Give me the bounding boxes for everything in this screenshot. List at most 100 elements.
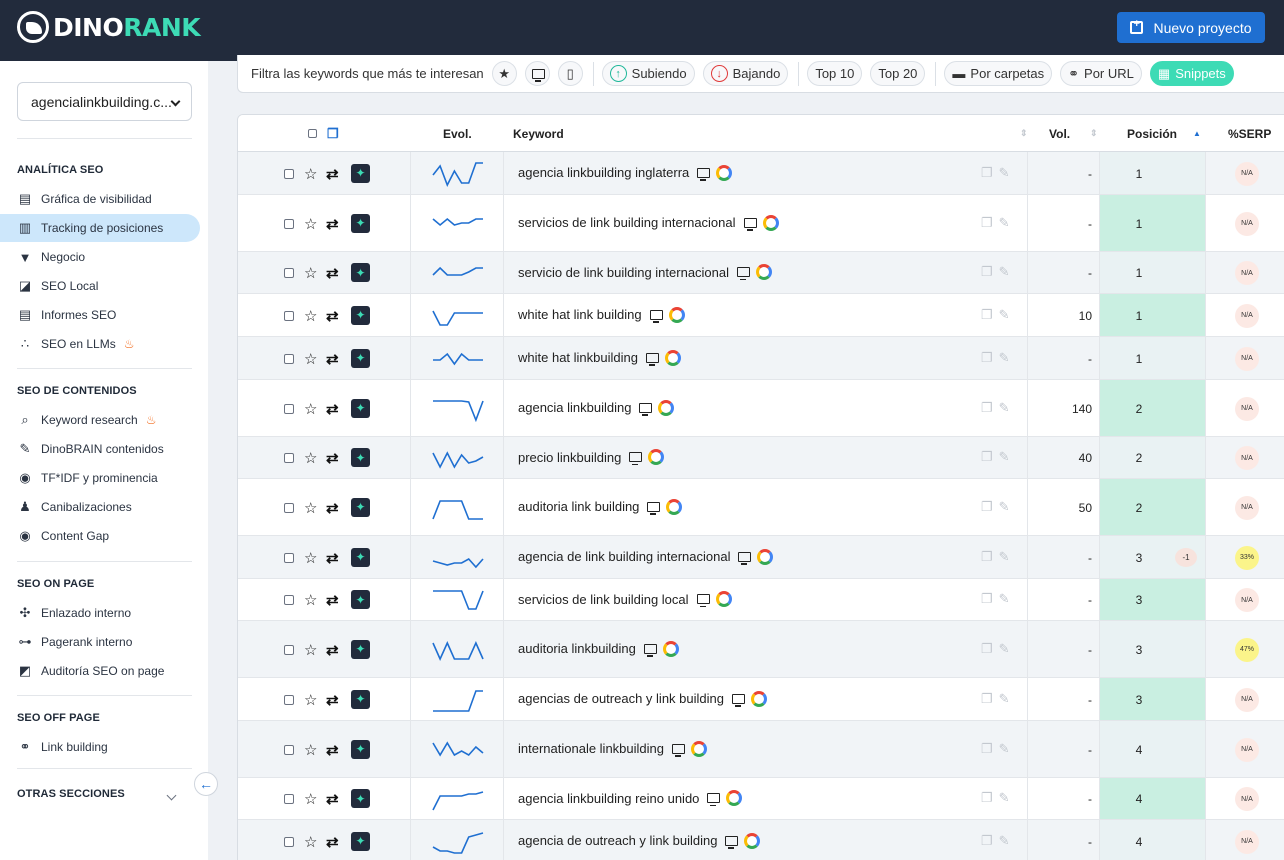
google-icon[interactable]: [658, 399, 675, 416]
copy-edit-icons[interactable]: ❐✎: [981, 833, 1016, 849]
sidebar-item-negocio[interactable]: ▼ Negocio: [0, 243, 200, 271]
snippets-filter-button[interactable]: ▦ Snippets: [1149, 61, 1234, 86]
star-icon[interactable]: ☆: [304, 307, 317, 325]
keyword-cell[interactable]: precio linkbuilding: [518, 449, 665, 465]
shuffle-icon[interactable]: ⇄: [326, 165, 339, 183]
google-icon[interactable]: [648, 449, 665, 465]
volume-header[interactable]: Vol.: [1049, 115, 1070, 152]
keyword-text[interactable]: agencia de link building internacional: [518, 549, 730, 564]
keyword-cell[interactable]: white hat linkbuilding: [518, 349, 681, 366]
keyword-cell[interactable]: servicio de link building internacional: [518, 264, 773, 280]
row-checkbox[interactable]: [284, 595, 294, 605]
sidebar-item-seo-local[interactable]: ◪ SEO Local: [0, 272, 200, 300]
keyword-cell[interactable]: internationale linkbuilding: [518, 740, 707, 757]
keyword-text[interactable]: agencia linkbuilding: [518, 400, 631, 415]
evolution-sparkline[interactable]: [432, 445, 484, 471]
keyword-cell[interactable]: agencia de outreach y link building: [518, 832, 761, 849]
shuffle-icon[interactable]: ⇄: [326, 591, 339, 609]
evolution-sparkline[interactable]: [432, 303, 484, 329]
keyword-text[interactable]: white hat linkbuilding: [518, 350, 638, 365]
row-checkbox[interactable]: [284, 794, 294, 804]
star-icon[interactable]: ☆: [304, 165, 317, 183]
sidebar-item-dinobrain-contenidos[interactable]: ✎ DinoBRAIN contenidos: [0, 435, 200, 463]
keyword-cell[interactable]: auditoria link building: [518, 498, 683, 515]
google-icon[interactable]: [744, 832, 761, 849]
ai-sparkle-icon[interactable]: ✦: [351, 163, 370, 183]
sidebar-item-auditor-a-seo-on-page[interactable]: ◩ Auditoría SEO on page: [0, 657, 200, 685]
row-checkbox[interactable]: [284, 168, 294, 179]
shuffle-icon[interactable]: ⇄: [326, 350, 339, 368]
serp-header[interactable]: %SERP: [1228, 115, 1271, 152]
evolution-sparkline[interactable]: [432, 786, 484, 812]
google-icon[interactable]: [691, 740, 707, 757]
star-icon[interactable]: ☆: [304, 641, 317, 659]
copy-edit-icons[interactable]: ❐✎: [981, 549, 1016, 565]
row-checkbox[interactable]: [284, 453, 294, 463]
row-checkbox[interactable]: [284, 502, 294, 513]
keyword-text[interactable]: precio linkbuilding: [518, 450, 621, 465]
google-icon[interactable]: [668, 306, 685, 323]
sidebar-item-informes-seo[interactable]: ▤ Informes SEO: [0, 301, 200, 329]
star-icon[interactable]: ☆: [304, 400, 317, 418]
evolution-sparkline[interactable]: [432, 260, 484, 286]
shuffle-icon[interactable]: ⇄: [326, 264, 339, 282]
ai-sparkle-icon[interactable]: ✦: [351, 789, 370, 808]
evolution-sparkline[interactable]: [432, 211, 484, 237]
keyword-text[interactable]: white hat link building: [518, 307, 642, 322]
star-filter-button[interactable]: ★: [491, 61, 517, 86]
keyword-header[interactable]: Keyword: [513, 115, 564, 152]
ai-sparkle-icon[interactable]: ✦: [351, 547, 370, 567]
keyword-cell[interactable]: servicios de link building local: [518, 591, 732, 607]
google-icon[interactable]: [726, 790, 743, 806]
evolution-sparkline[interactable]: [432, 737, 484, 763]
top10-filter-button[interactable]: Top 10: [807, 61, 863, 86]
subiendo-filter-button[interactable]: ↑ Subiendo: [601, 61, 695, 86]
evolution-sparkline[interactable]: [432, 687, 484, 713]
row-checkbox[interactable]: [284, 644, 294, 655]
evolution-sparkline[interactable]: [432, 829, 484, 855]
star-icon[interactable]: ☆: [304, 833, 317, 851]
keyword-text[interactable]: agencia linkbuilding reino unido: [518, 791, 699, 806]
sidebar-item-tracking-de-posiciones[interactable]: ▥ Tracking de posiciones: [0, 214, 200, 242]
ai-sparkle-icon[interactable]: ✦: [351, 689, 370, 709]
copy-edit-icons[interactable]: ❐✎: [981, 641, 1016, 657]
sidebar-item-canibalizaciones[interactable]: ♟ Canibalizaciones: [0, 493, 200, 521]
top20-filter-button[interactable]: Top 20: [870, 61, 926, 86]
star-icon[interactable]: ☆: [304, 591, 317, 609]
shuffle-icon[interactable]: ⇄: [326, 691, 339, 709]
star-icon[interactable]: ☆: [304, 264, 317, 282]
sidebar-item-keyword-research[interactable]: ⌕ Keyword research ♨: [0, 406, 200, 434]
sidebar-item-enlazado-interno[interactable]: ✣ Enlazado interno: [0, 599, 200, 627]
keyword-cell[interactable]: servicios de link building internacional: [518, 214, 779, 231]
star-icon[interactable]: ☆: [304, 549, 317, 567]
google-icon[interactable]: [716, 164, 733, 181]
ai-sparkle-icon[interactable]: ✦: [351, 348, 370, 368]
sidebar-item-link-building[interactable]: ⚭ Link building: [0, 733, 200, 761]
keyword-text[interactable]: auditoria linkbuilding: [518, 641, 636, 656]
google-icon[interactable]: [715, 591, 732, 607]
row-checkbox[interactable]: [284, 836, 294, 847]
select-all-checkbox[interactable]: [308, 129, 317, 138]
row-checkbox[interactable]: [284, 744, 294, 755]
keyword-text[interactable]: agencias de outreach y link building: [518, 691, 724, 706]
copy-edit-icons[interactable]: ❐✎: [981, 264, 1016, 280]
google-icon[interactable]: [664, 349, 681, 366]
row-checkbox[interactable]: [284, 552, 294, 563]
evolution-sparkline[interactable]: [432, 587, 484, 613]
copy-edit-icons[interactable]: ❐✎: [981, 449, 1016, 465]
google-icon[interactable]: [666, 498, 683, 515]
mobile-filter-button[interactable]: ▯: [557, 61, 583, 86]
keyword-text[interactable]: servicio de link building internacional: [518, 265, 729, 280]
ai-sparkle-icon[interactable]: ✦: [351, 639, 370, 659]
dinorank-logo[interactable]: DINORANK: [17, 11, 201, 43]
star-icon[interactable]: ☆: [304, 691, 317, 709]
copy-edit-icons[interactable]: ❐✎: [981, 215, 1016, 231]
sidebar-item-seo-en-llms[interactable]: ∴ SEO en LLMs ♨: [0, 330, 200, 358]
new-project-button[interactable]: Nuevo proyecto: [1117, 12, 1265, 43]
shuffle-icon[interactable]: ⇄: [326, 641, 339, 659]
star-icon[interactable]: ☆: [304, 499, 317, 517]
evolution-sparkline[interactable]: [432, 396, 484, 422]
shuffle-icon[interactable]: ⇄: [326, 790, 339, 808]
keyword-text[interactable]: auditoria link building: [518, 499, 639, 514]
copy-edit-icons[interactable]: ❐✎: [981, 741, 1016, 757]
